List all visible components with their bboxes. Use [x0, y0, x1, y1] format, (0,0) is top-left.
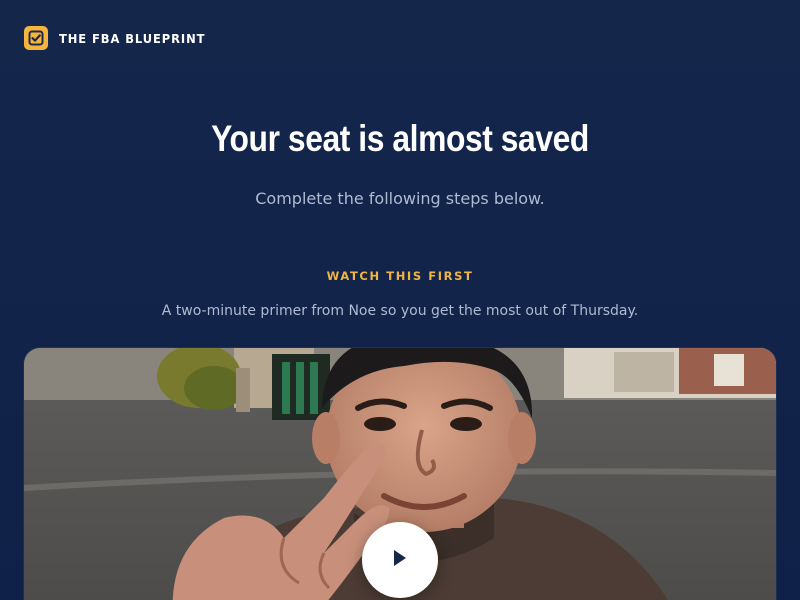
video-description: A two-minute primer from Noe so you get …	[161, 303, 639, 319]
play-button[interactable]	[362, 522, 438, 598]
brand-name: THE FBA BLUEPRINT	[59, 30, 206, 46]
play-icon	[391, 548, 409, 572]
page-title: Your seat is almost saved	[211, 118, 589, 159]
section-eyebrow: WATCH THIS FIRST	[326, 269, 474, 283]
page-subtitle: Complete the following steps below.	[255, 189, 545, 208]
checkbox-icon	[24, 26, 48, 50]
brand-logo[interactable]: THE FBA BLUEPRINT	[24, 26, 218, 50]
video-player[interactable]	[24, 348, 776, 600]
